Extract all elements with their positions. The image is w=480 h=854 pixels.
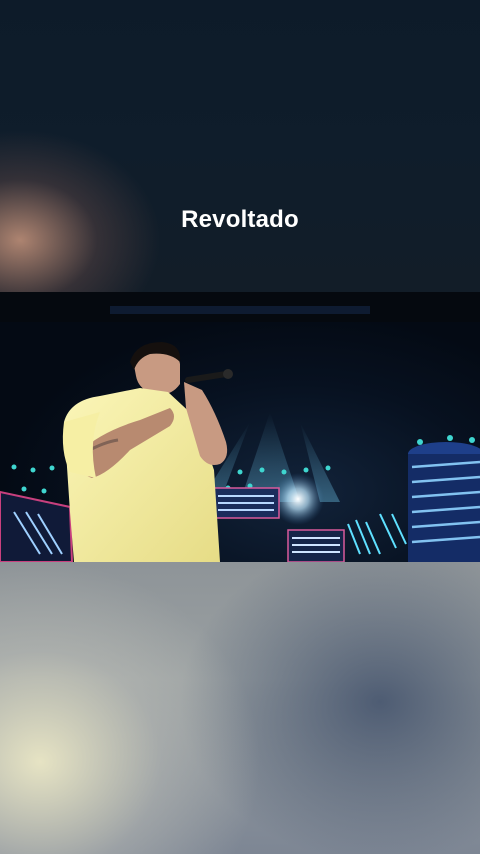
top-blurred-background <box>0 0 480 292</box>
ceiling-truss <box>110 306 370 314</box>
bottom-blurred-background <box>0 562 480 854</box>
spotlight <box>272 473 324 525</box>
video-frame[interactable] <box>0 292 480 562</box>
stage-streaks <box>347 513 407 555</box>
concert-scene <box>0 292 480 562</box>
microphone-icon <box>185 369 233 383</box>
video-caption: Revoltado <box>181 206 299 233</box>
